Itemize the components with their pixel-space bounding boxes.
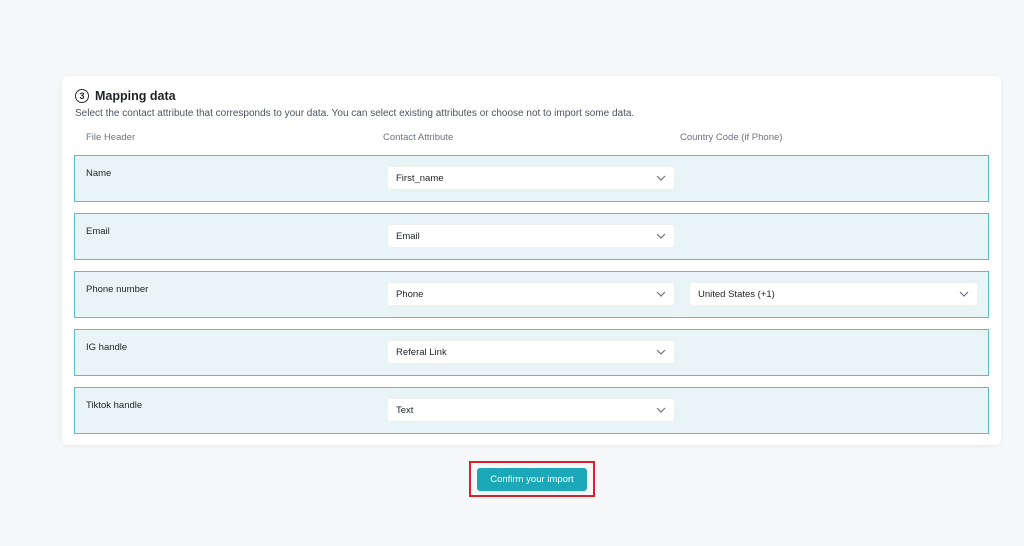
- chevron-down-icon: [959, 290, 969, 298]
- select-value: Phone: [396, 288, 424, 300]
- select-value: Email: [396, 230, 420, 242]
- column-header-attribute: Contact Attribute: [383, 132, 454, 143]
- row-label: Email: [86, 226, 110, 237]
- confirm-import-button[interactable]: Confirm your import: [477, 467, 587, 491]
- chevron-down-icon: [656, 290, 666, 298]
- select-value: First_name: [396, 172, 444, 184]
- attribute-select[interactable]: Phone: [387, 282, 675, 306]
- mapping-row-ig: IG handle Referal Link: [74, 329, 989, 376]
- row-label: Name: [86, 168, 112, 179]
- column-header-country: Country Code (if Phone): [680, 132, 783, 143]
- attribute-select[interactable]: Referal Link: [387, 340, 675, 364]
- chevron-down-icon: [656, 232, 666, 240]
- attribute-select[interactable]: Text: [387, 398, 675, 422]
- select-value: Text: [396, 404, 414, 416]
- mapping-row-email: Email Email: [74, 213, 989, 260]
- section-description: Select the contact attribute that corres…: [75, 108, 635, 119]
- mapping-rows: Name First_name Email Email Phone number…: [74, 155, 989, 445]
- chevron-down-icon: [656, 174, 666, 182]
- mapping-row-name: Name First_name: [74, 155, 989, 202]
- row-label: IG handle: [86, 342, 128, 353]
- row-label: Phone number: [86, 284, 149, 295]
- mapping-row-tiktok: Tiktok handle Text: [74, 387, 989, 434]
- confirm-highlight-box: Confirm your import: [469, 461, 595, 497]
- chevron-down-icon: [656, 406, 666, 414]
- row-label: Tiktok handle: [86, 400, 143, 411]
- country-code-select[interactable]: United States (+1): [689, 282, 978, 306]
- section-header: 3 Mapping data: [75, 89, 176, 103]
- attribute-select[interactable]: Email: [387, 224, 675, 248]
- attribute-select[interactable]: First_name: [387, 166, 675, 190]
- select-value: Referal Link: [396, 346, 447, 358]
- section-title: Mapping data: [95, 89, 176, 103]
- step-number-icon: 3: [75, 89, 89, 103]
- column-header-file: File Header: [86, 132, 136, 143]
- mapping-row-phone: Phone number Phone United States (+1): [74, 271, 989, 318]
- chevron-down-icon: [656, 348, 666, 356]
- select-value: United States (+1): [698, 288, 775, 300]
- mapping-card: 3 Mapping data Select the contact attrib…: [62, 76, 1001, 445]
